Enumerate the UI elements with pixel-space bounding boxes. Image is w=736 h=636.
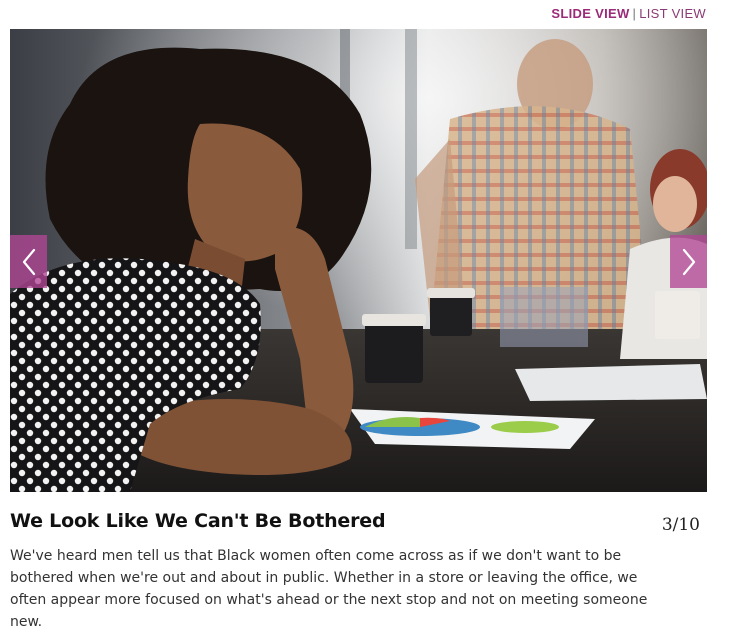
slide-description: We've heard men tell us that Black women… <box>10 548 648 630</box>
next-slide-button[interactable] <box>670 235 707 288</box>
previous-slide-button[interactable] <box>10 235 47 288</box>
list-view-link[interactable]: LIST VIEW <box>639 6 706 21</box>
slide-image <box>10 29 707 492</box>
slide-counter: 3/10 <box>661 515 700 535</box>
slide-view-link[interactable]: SLIDE VIEW <box>551 6 629 21</box>
view-toggle: SLIDE VIEW | LIST VIEW <box>551 6 706 21</box>
chevron-left-icon <box>22 248 35 275</box>
slide-title: We Look Like We Can't Be Bothered <box>10 510 386 532</box>
view-toggle-separator: | <box>632 6 637 21</box>
chevron-right-icon <box>682 248 695 275</box>
